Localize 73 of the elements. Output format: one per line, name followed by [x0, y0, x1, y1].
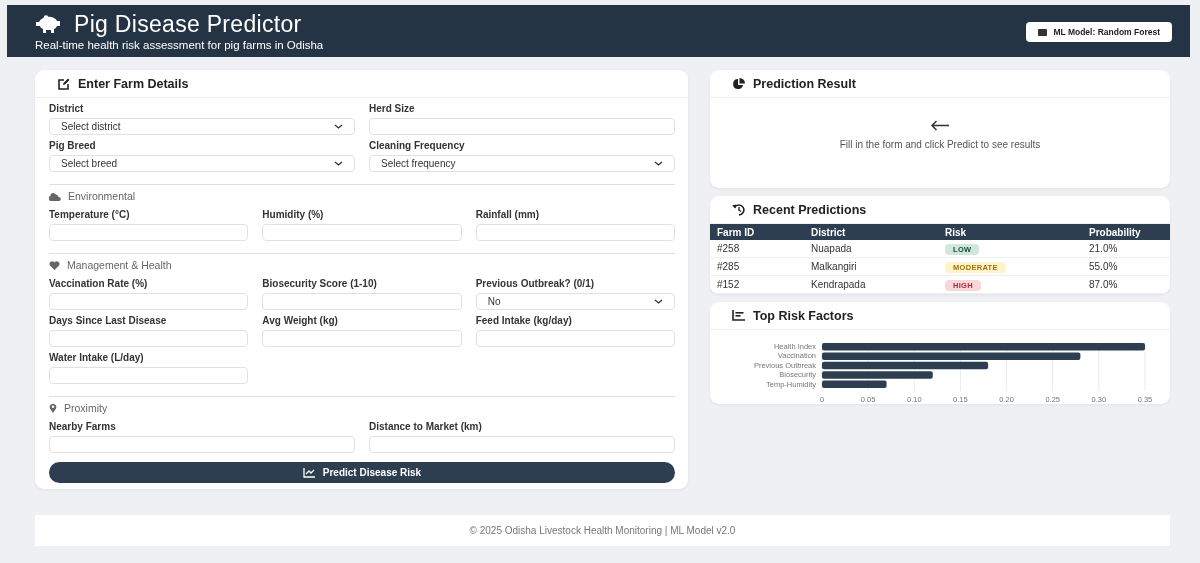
edit-icon — [57, 77, 70, 90]
input-field[interactable] — [49, 224, 249, 241]
select-field[interactable]: Select frequency — [369, 155, 675, 172]
input-field[interactable] — [262, 330, 462, 347]
section-title: Environmental — [68, 190, 136, 202]
line-chart-icon — [302, 467, 315, 478]
table-cell: #258 — [710, 240, 804, 258]
card-title: Recent Predictions — [753, 202, 867, 217]
input-field[interactable] — [262, 293, 462, 310]
select-field[interactable]: Select breed — [49, 155, 355, 172]
input-field[interactable] — [49, 367, 249, 384]
bar-chart-icon — [732, 310, 745, 321]
table-cell: Nuapada — [804, 240, 938, 258]
card-title: Top Risk Factors — [753, 308, 854, 323]
chevron-down-icon — [654, 161, 663, 166]
field-label: Distance to Market (km) — [369, 421, 483, 433]
left-arrow-icon — [930, 120, 950, 131]
select-field[interactable]: Select district — [49, 118, 355, 135]
input-field[interactable] — [475, 330, 675, 347]
app-title: Pig Disease Predictor — [74, 11, 302, 38]
map-pin-icon — [49, 403, 57, 413]
section-title: Proximity — [64, 402, 108, 414]
input-field[interactable] — [262, 224, 462, 241]
field-label: Pig Breed — [49, 140, 97, 152]
table-cell: 87.0% — [1082, 275, 1170, 294]
column-header: Risk — [938, 224, 1082, 240]
table-cell: 55.0% — [1082, 257, 1170, 276]
memory-icon — [1038, 28, 1048, 36]
input-field[interactable] — [49, 436, 355, 453]
input-field[interactable] — [475, 224, 675, 241]
cloud-icon — [49, 191, 61, 201]
input-field[interactable] — [369, 118, 675, 135]
column-header: Probability — [1082, 224, 1170, 240]
table-cell: #285 — [710, 257, 804, 276]
field-label: Previous Outbreak? (0/1) — [475, 278, 596, 290]
table-cell: Malkangiri — [804, 257, 938, 276]
chevron-down-icon — [334, 161, 343, 166]
footer-text: © 2025 Odisha Livestock Health Monitoring | ML Model v2.0 — [469, 525, 736, 536]
piggy-bank-icon — [35, 15, 62, 34]
input-field[interactable] — [369, 436, 675, 453]
field-label: Biosecurity Score (1-10) — [262, 278, 378, 290]
predict-button[interactable]: Predict Disease Risk — [49, 462, 675, 483]
model-badge: ML Model: Random Forest — [1026, 22, 1172, 42]
field-label: Feed Intake (kg/day) — [475, 315, 573, 327]
column-header: District — [804, 224, 938, 240]
field-label: Nearby Farms — [49, 421, 117, 433]
table-cell: #152 — [710, 275, 804, 294]
chevron-down-icon — [334, 124, 343, 129]
section-title: Management & Health — [67, 259, 172, 271]
field-label: Days Since Last Disease — [49, 315, 168, 327]
card-title: Prediction Result — [753, 76, 856, 91]
field-label: Avg Weight (kg) — [262, 315, 339, 327]
app-subtitle: Real-time health risk assessment for pig farms in Odisha — [35, 39, 324, 51]
table-cell: Kendrapada — [804, 275, 938, 294]
field-label: Rainfall (mm) — [475, 209, 540, 221]
column-header: Farm ID — [710, 224, 804, 240]
card-title: Enter Farm Details — [78, 76, 189, 91]
chevron-down-icon — [654, 299, 663, 304]
field-label: Cleaning Frequency — [369, 140, 466, 152]
field-label: District — [49, 103, 85, 115]
pie-chart-icon — [732, 77, 745, 90]
select-field[interactable]: No — [475, 293, 675, 310]
field-label: Water Intake (L/day) — [49, 352, 145, 364]
heart-icon — [49, 260, 60, 270]
field-label: Vaccination Rate (%) — [49, 278, 149, 290]
field-label: Temperature (°C) — [49, 209, 131, 221]
input-field[interactable] — [49, 293, 249, 310]
history-icon — [732, 203, 745, 216]
field-label: Humidity (%) — [262, 209, 325, 221]
input-field[interactable] — [49, 330, 249, 347]
empty-message: Fill in the form and click Predict to see results — [839, 139, 1041, 150]
table-cell: 21.0% — [1082, 240, 1170, 258]
field-label: Herd Size — [369, 103, 416, 115]
